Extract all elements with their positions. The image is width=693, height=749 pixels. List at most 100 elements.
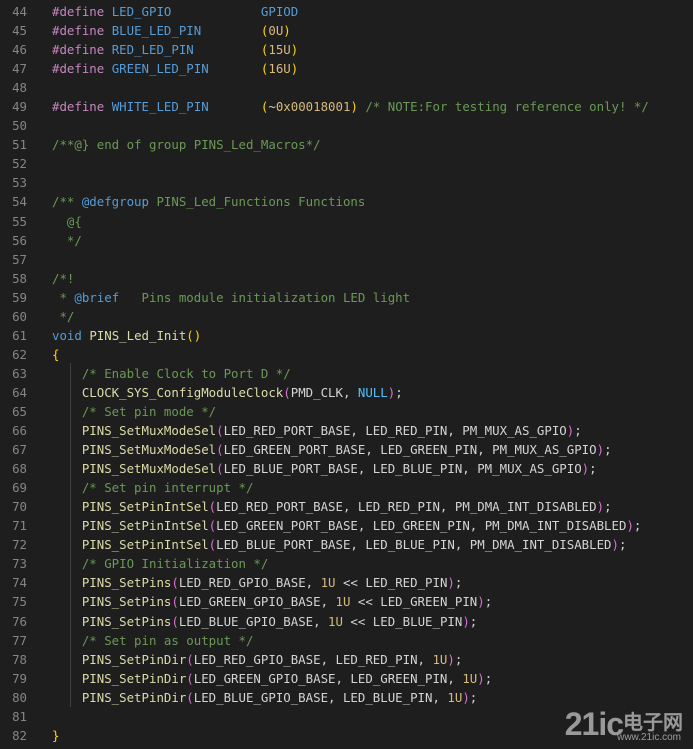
- code-line[interactable]: 56 */: [0, 231, 693, 250]
- line-code: PINS_SetMuxModeSel(LED_GREEN_PORT_BASE, …: [52, 440, 612, 459]
- code-token: ;: [484, 670, 493, 686]
- code-token: 1U: [320, 575, 336, 591]
- code-token: 16U: [268, 61, 291, 77]
- code-token: PMD_CLK,: [290, 384, 358, 400]
- code-line[interactable]: 59 * @brief Pins module initialization L…: [0, 288, 693, 307]
- watermark-brand: 21ic: [564, 706, 624, 742]
- code-token: ): [626, 518, 634, 534]
- code-token: 15U: [268, 42, 291, 58]
- code-line[interactable]: 79 PINS_SetPinDir(LED_GREEN_GPIO_BASE, L…: [0, 669, 693, 688]
- code-line[interactable]: 45 #define BLUE_LED_PIN (0U): [0, 21, 693, 40]
- code-line[interactable]: 61 void PINS_Led_Init(): [0, 326, 693, 345]
- code-line[interactable]: 72 PINS_SetPinIntSel(LED_BLUE_PORT_BASE,…: [0, 535, 693, 554]
- line-code: /**@} end of group PINS_Led_Macros*/: [52, 135, 321, 154]
- code-line[interactable]: 73 /* GPIO Initialization */: [0, 554, 693, 573]
- code-line[interactable]: 63 /* Enable Clock to Port D */: [0, 364, 693, 383]
- line-code: /* Enable Clock to Port D */: [52, 364, 291, 383]
- code-token: #define: [52, 23, 112, 39]
- code-token: ;: [604, 499, 612, 515]
- code-token: #define: [52, 61, 112, 77]
- code-token: }: [52, 727, 60, 743]
- code-line[interactable]: 46 #define RED_LED_PIN (15U): [0, 40, 693, 59]
- code-token: ): [283, 23, 291, 39]
- code-token: ;: [454, 651, 463, 667]
- code-line[interactable]: 80 PINS_SetPinDir(LED_BLUE_GPIO_BASE, LE…: [0, 688, 693, 707]
- line-code: /** @defgroup PINS_Led_Functions Functio…: [52, 192, 365, 211]
- code-line[interactable]: 65 /* Set pin mode */: [0, 402, 693, 421]
- code-token: LED_RED_PORT_BASE, LED_RED_PIN, PM_MUX_A…: [223, 423, 567, 439]
- code-token: @defgroup: [81, 194, 149, 210]
- code-token: PINS_SetPinDir: [81, 689, 187, 705]
- line-code: CLOCK_SYS_ConfigModuleClock(PMD_CLK, NUL…: [52, 383, 403, 402]
- code-line[interactable]: 50: [0, 116, 693, 135]
- code-token: */: [52, 308, 75, 324]
- watermark-cn: 电子网: [623, 712, 683, 734]
- code-token: #define: [52, 42, 112, 58]
- line-code: PINS_SetPins(LED_GREEN_GPIO_BASE, 1U << …: [52, 592, 492, 611]
- code-line[interactable]: 49 #define WHITE_LED_PIN (~0x00018001) /*…: [0, 97, 693, 116]
- code-token: ;: [469, 689, 478, 705]
- line-number: 78: [12, 651, 27, 667]
- code-line[interactable]: 67 PINS_SetMuxModeSel(LED_GREEN_PORT_BAS…: [0, 440, 693, 459]
- line-number: 50: [12, 118, 27, 134]
- code-line[interactable]: 52: [0, 154, 693, 173]
- code-token: << LED_BLUE_PIN: [342, 613, 463, 629]
- indent-guide: [70, 363, 71, 707]
- code-token: ;: [574, 423, 582, 439]
- code-token: ): [447, 575, 455, 591]
- code-token: #define: [52, 4, 112, 19]
- code-line[interactable]: 76 PINS_SetPins(LED_BLUE_GPIO_BASE, 1U <…: [0, 612, 693, 631]
- code-token: << LED_RED_PIN: [335, 575, 448, 591]
- code-line[interactable]: 66 PINS_SetMuxModeSel(LED_RED_PORT_BASE,…: [0, 421, 693, 440]
- code-line[interactable]: 58 /*!: [0, 269, 693, 288]
- code-line[interactable]: 48: [0, 78, 693, 97]
- code-token: /* GPIO Initialization */: [81, 556, 269, 572]
- code-line[interactable]: 74 PINS_SetPins(LED_RED_GPIO_BASE, 1U <<…: [0, 573, 693, 592]
- code-token: LED_GREEN_GPIO_BASE, LED_GREEN_PIN,: [193, 670, 463, 686]
- code-token: ): [596, 442, 605, 458]
- code-line[interactable]: 69 /* Set pin interrupt */: [0, 478, 693, 497]
- line-code: /* Set pin interrupt */: [52, 478, 254, 497]
- code-line[interactable]: 55 @{: [0, 212, 693, 231]
- code-line[interactable]: 47 #define GREEN_LED_PIN (16U): [0, 59, 693, 78]
- code-line[interactable]: 51 /**@} end of group PINS_Led_Macros*/: [0, 135, 693, 154]
- code-token: PINS_SetPins: [81, 575, 172, 591]
- code-line[interactable]: 57: [0, 250, 693, 269]
- code-token: PINS_SetPinIntSel: [81, 537, 209, 553]
- line-number: 75: [12, 594, 27, 610]
- code-token: PINS_SetPins: [81, 613, 172, 629]
- line-number: 51: [12, 137, 27, 153]
- code-token: (: [216, 442, 224, 458]
- code-line[interactable]: 68 PINS_SetMuxModeSel(LED_BLUE_PORT_BASE…: [0, 459, 693, 478]
- watermark-url: www.21ic.com: [617, 732, 681, 743]
- code-line[interactable]: 77 /* Set pin as output */: [0, 631, 693, 650]
- code-line[interactable]: 70 PINS_SetPinIntSel(LED_RED_PORT_BASE, …: [0, 497, 693, 516]
- code-line[interactable]: 54 /** @defgroup PINS_Led_Functions Funct…: [0, 192, 693, 211]
- code-line[interactable]: 62 {: [0, 345, 693, 364]
- code-token: (: [171, 613, 179, 629]
- code-line[interactable]: 53: [0, 173, 693, 192]
- code-token: PINS_SetPinDir: [81, 670, 187, 686]
- code-token: {: [52, 346, 60, 362]
- code-line[interactable]: 71 PINS_SetPinIntSel(LED_GREEN_PORT_BASE…: [0, 516, 693, 535]
- code-line[interactable]: 64 CLOCK_SYS_ConfigModuleClock(PMD_CLK, …: [0, 383, 693, 402]
- code-editor[interactable]: 44 #define LED_GPIO GPIOD 45 #define BLUE_L…: [0, 2, 693, 745]
- code-token: PINS_Led_Functions Functions: [148, 194, 366, 210]
- code-token: LED_BLUE_GPIO_BASE,: [178, 613, 329, 629]
- code-token: 0x00018001: [275, 99, 351, 115]
- code-line[interactable]: 60 */: [0, 307, 693, 326]
- code-line[interactable]: 44 #define LED_GPIO GPIOD: [0, 2, 693, 21]
- line-code: * @brief Pins module initialization LED …: [52, 288, 410, 307]
- code-line[interactable]: 75 PINS_SetPins(LED_GREEN_GPIO_BASE, 1U …: [0, 592, 693, 611]
- code-token: << LED_GREEN_PIN: [350, 594, 478, 610]
- code-token: PINS_SetMuxModeSel: [81, 461, 217, 477]
- code-token: LED_BLUE_PORT_BASE, LED_BLUE_PIN, PM_MUX…: [223, 461, 582, 477]
- watermark-logo: 21ic电子网 www.21ic.com: [565, 706, 683, 743]
- code-token: LED_RED_GPIO_BASE, LED_RED_PIN,: [193, 651, 433, 667]
- line-number: 71: [12, 518, 27, 534]
- code-token: /* Enable Clock to Port D */: [81, 365, 291, 381]
- code-line[interactable]: 78 PINS_SetPinDir(LED_RED_GPIO_BASE, LED…: [0, 650, 693, 669]
